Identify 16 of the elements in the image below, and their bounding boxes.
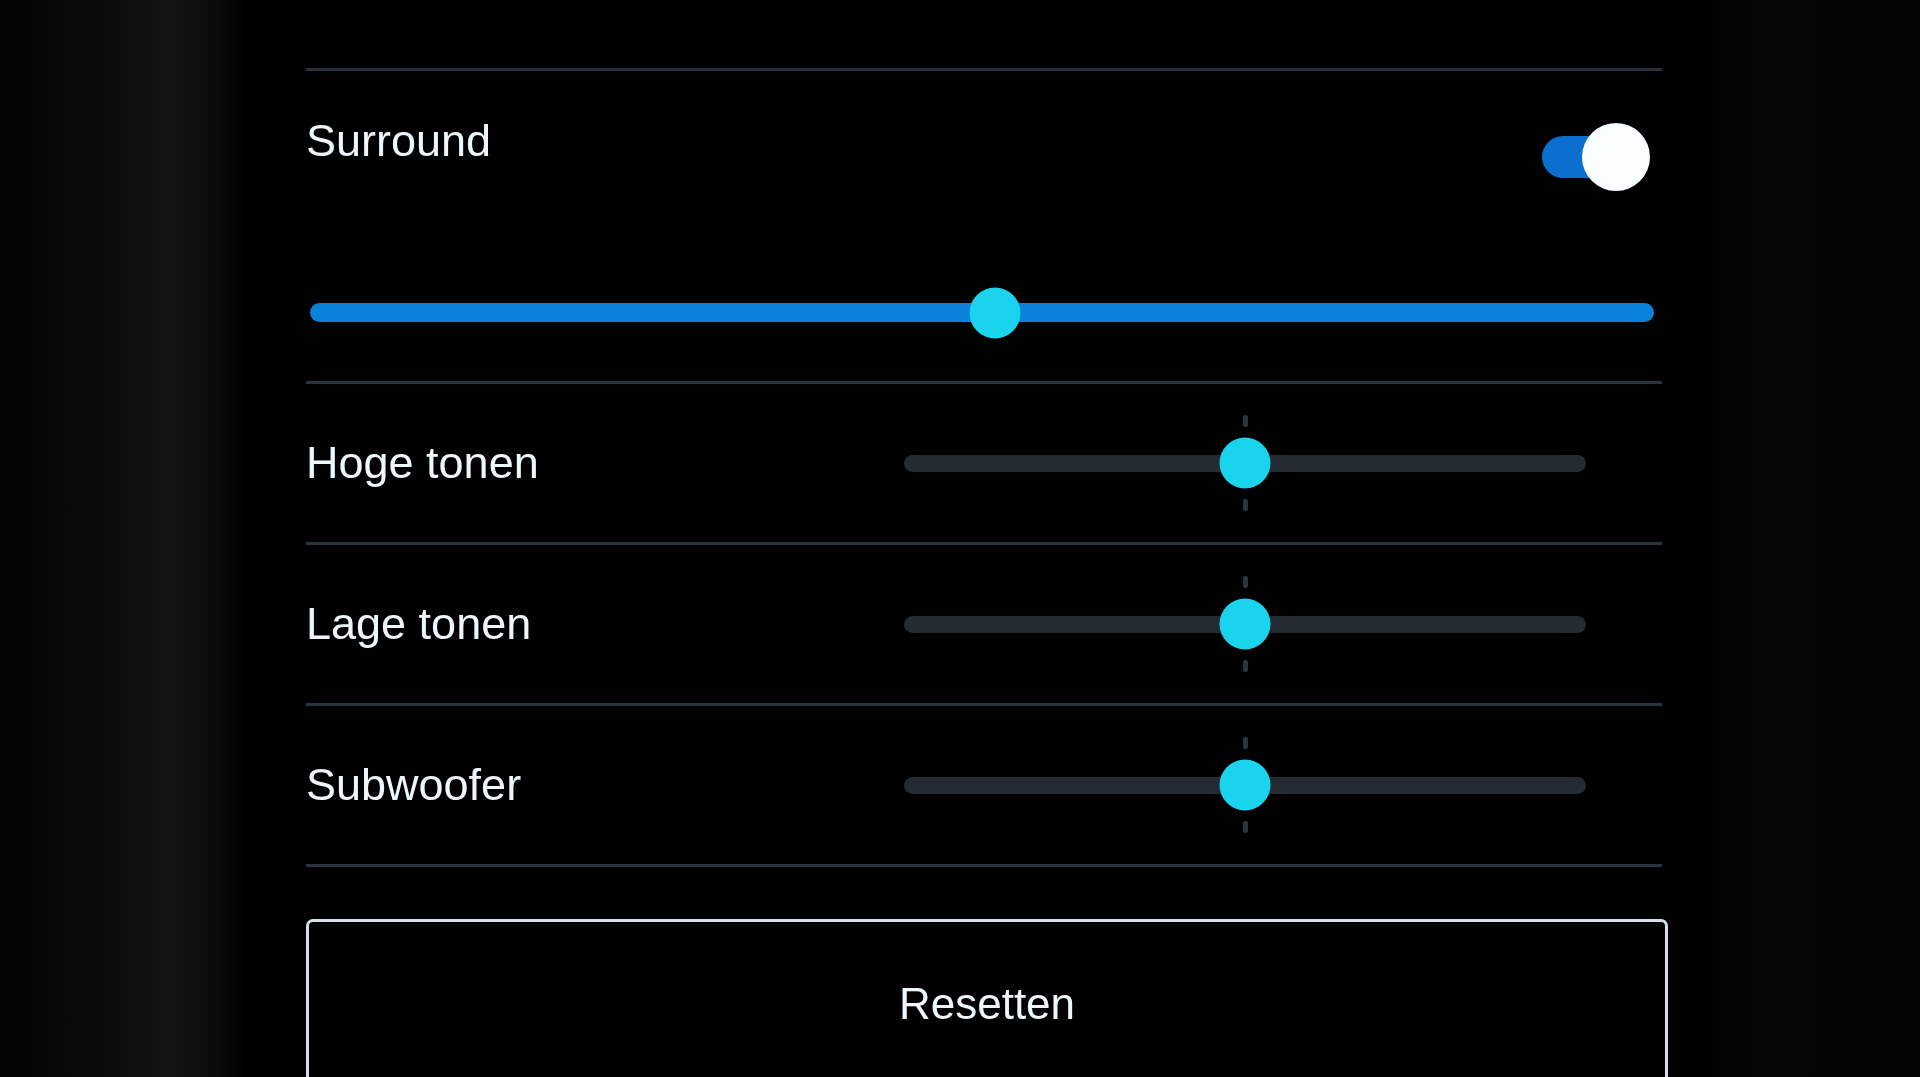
setting-label: Surround [306,114,492,168]
setting-label: Hoge tonen [306,436,539,490]
slider-thumb[interactable] [1219,437,1271,489]
tick-mark-icon [1243,821,1248,833]
tick-mark-icon [1243,499,1248,511]
slider-thumb[interactable] [1219,759,1271,811]
tick-mark-icon [1243,660,1248,672]
setting-label: Subwoofer [306,758,522,812]
reset-button[interactable]: Resetten [306,919,1668,1077]
slider-thumb[interactable] [1219,598,1271,650]
setting-label: Lage tonen [306,597,532,651]
tick-mark-icon [1243,576,1248,588]
tick-mark-icon [1243,415,1248,427]
slider-thumb[interactable] [969,287,1021,338]
tick-mark-icon [1243,737,1248,749]
toggle-switch[interactable] [1542,123,1650,191]
